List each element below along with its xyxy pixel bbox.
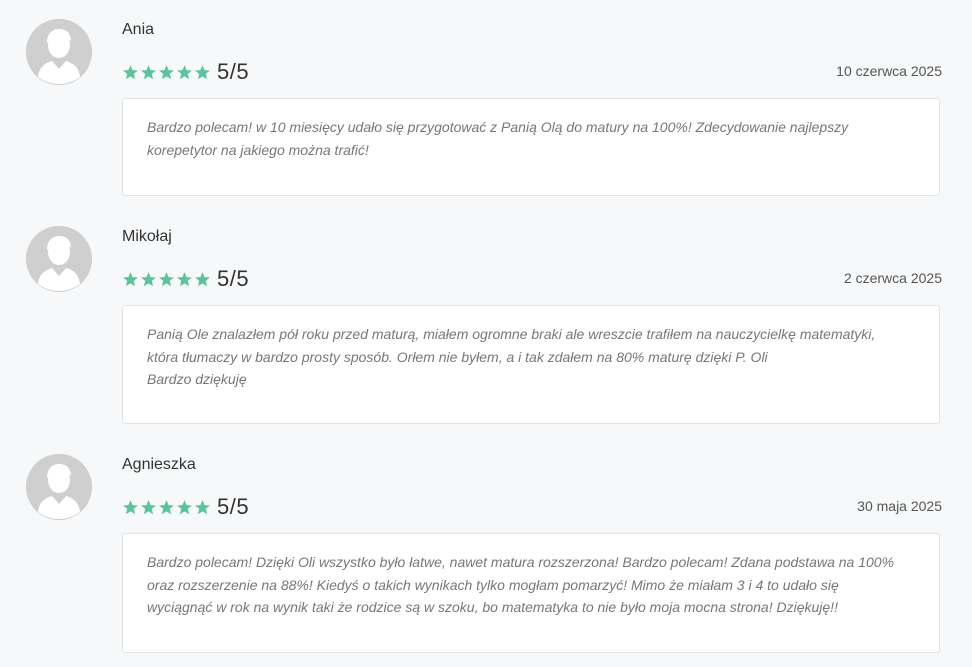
reviewer-name: Mikołaj [122, 228, 172, 245]
star-icon [195, 64, 210, 79]
rating: 5/5 [122, 59, 249, 85]
reviewer-name: Agnieszka [122, 456, 196, 473]
star-rating [122, 64, 211, 81]
star-icon [159, 64, 174, 79]
star-icon [141, 499, 156, 514]
star-icon [195, 271, 210, 286]
star-rating [122, 499, 211, 516]
review-text-box: Bardzo polecam! Dzięki Oli wszystko było… [122, 533, 940, 653]
star-icon [159, 499, 174, 514]
user-avatar-icon [26, 454, 92, 520]
user-avatar-icon [26, 226, 92, 292]
star-icon [123, 271, 138, 286]
rating-score: 5/5 [217, 59, 250, 84]
rating: 5/5 [122, 266, 249, 292]
review-date: 2 czerwca 2025 [843, 270, 942, 286]
review-date: 10 czerwca 2025 [836, 63, 942, 79]
star-icon [177, 499, 192, 514]
star-icon [195, 499, 210, 514]
star-icon [123, 499, 138, 514]
review-text: Bardzo polecam! Dzięki Oli wszystko było… [147, 554, 895, 615]
star-icon [141, 271, 156, 286]
star-icon [123, 64, 138, 79]
star-icon [159, 271, 174, 286]
review-text-box: Bardzo polecam! w 10 miesięcy udało się … [122, 98, 940, 196]
rating-score: 5/5 [217, 266, 250, 291]
user-avatar-icon [26, 19, 92, 85]
star-rating [122, 271, 211, 288]
review-text: Panią Ole znalazłem pół roku przed matur… [147, 326, 876, 387]
rating: 5/5 [122, 494, 249, 520]
star-icon [141, 64, 156, 79]
review-text-box: Panią Ole znalazłem pół roku przed matur… [122, 305, 940, 424]
review-text: Bardzo polecam! w 10 miesięcy udało się … [147, 119, 849, 158]
star-icon [177, 271, 192, 286]
review-date: 30 maja 2025 [857, 498, 942, 514]
star-icon [177, 64, 192, 79]
reviewer-name: Ania [122, 21, 155, 38]
rating-score: 5/5 [217, 494, 250, 519]
